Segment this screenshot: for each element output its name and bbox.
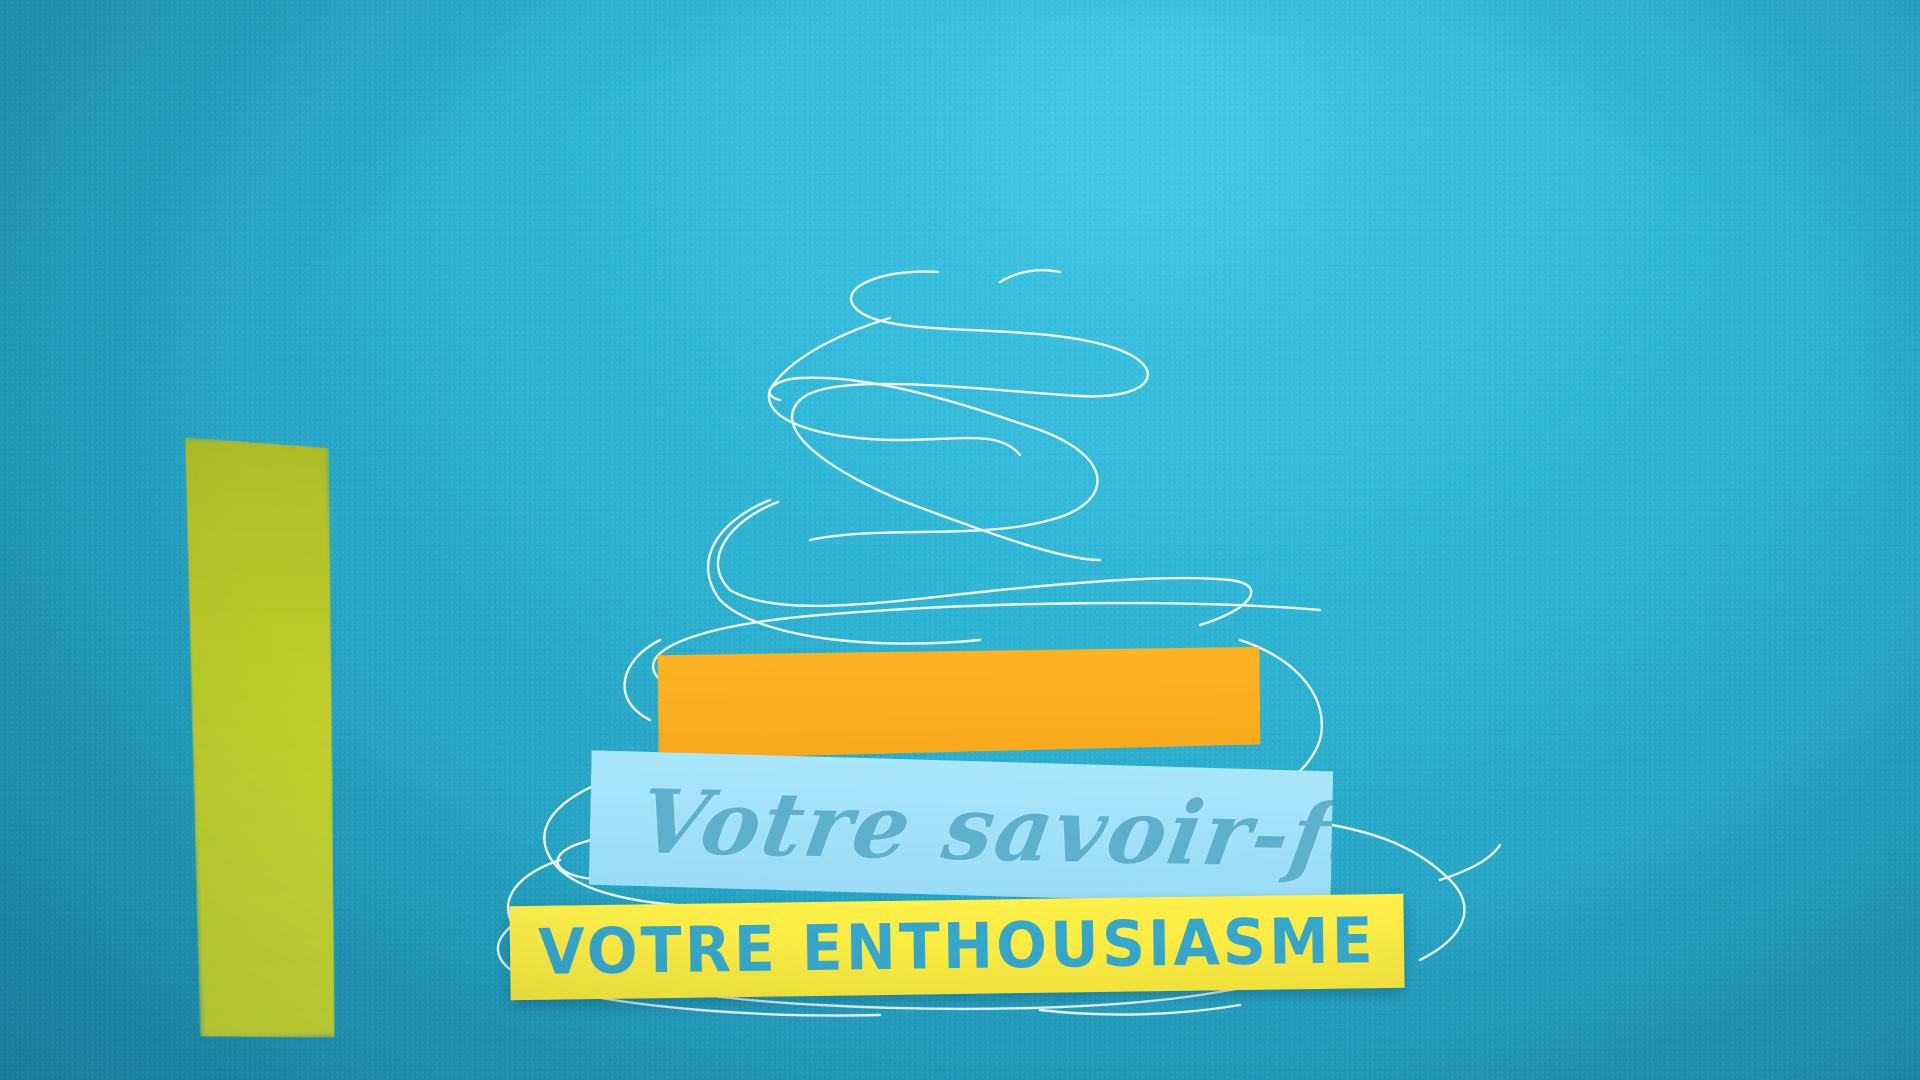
- yellow-paper-strip: VOTRE ENTHOUSIASME: [509, 893, 1405, 1001]
- enthousiasme-text: VOTRE ENTHOUSIASME: [537, 904, 1377, 990]
- blue-paper-strip: Votre savoir-faire: [589, 750, 1334, 906]
- orange-paper-strip: [657, 647, 1260, 759]
- yellow-side-bar: [179, 437, 349, 1042]
- savoir-faire-text: Votre savoir-faire: [631, 769, 1334, 892]
